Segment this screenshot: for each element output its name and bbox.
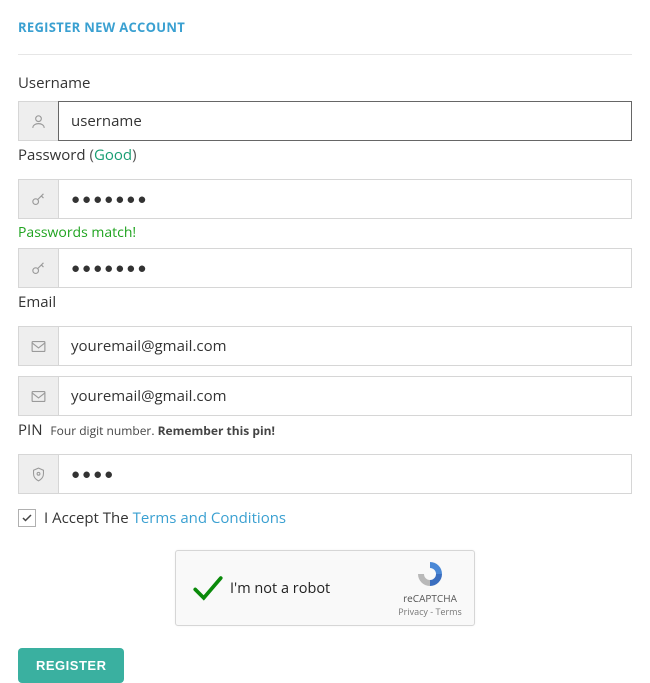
terms-link[interactable]: Terms and Conditions xyxy=(133,508,287,528)
terms-prefix: I Accept The xyxy=(44,508,133,528)
key-icon xyxy=(18,179,58,219)
username-group xyxy=(18,101,632,141)
password-input[interactable] xyxy=(58,179,632,219)
password-strength-close: ) xyxy=(132,145,136,165)
check-icon xyxy=(190,570,226,606)
pin-label: PIN xyxy=(18,420,43,440)
recaptcha-label: I'm not a robot xyxy=(226,579,398,598)
divider xyxy=(18,54,632,55)
password-label-row: Password (Good) xyxy=(18,145,632,165)
password-confirm-input[interactable] xyxy=(58,248,632,288)
user-icon xyxy=(18,101,58,141)
page-title: REGISTER NEW ACCOUNT xyxy=(18,18,632,36)
terms-checkbox[interactable] xyxy=(18,509,36,527)
pin-input[interactable] xyxy=(58,454,632,494)
email-group xyxy=(18,326,632,366)
pin-label-row: PIN Four digit number. Remember this pin… xyxy=(18,420,632,440)
shield-icon xyxy=(18,454,58,494)
password-label: Password xyxy=(18,145,86,165)
mail-icon xyxy=(18,326,58,366)
recaptcha-terms-link[interactable]: Terms xyxy=(435,605,461,618)
password-confirm-group xyxy=(18,248,632,288)
recaptcha-brand-name: reCAPTCHA xyxy=(398,591,462,605)
email-label: Email xyxy=(18,292,632,312)
password-strength: Good xyxy=(94,145,132,165)
mail-icon xyxy=(18,376,58,416)
pin-hint: Four digit number. xyxy=(50,422,154,439)
recaptcha-privacy-link[interactable]: Privacy xyxy=(398,605,428,618)
terms-row: I Accept The Terms and Conditions xyxy=(18,508,632,528)
register-button[interactable]: REGISTER xyxy=(18,648,124,683)
password-group xyxy=(18,179,632,219)
pin-hint-strong: Remember this pin! xyxy=(158,422,275,439)
pin-group xyxy=(18,454,632,494)
email-input[interactable] xyxy=(58,326,632,366)
recaptcha-brand: reCAPTCHA Privacy - Terms xyxy=(398,559,462,618)
username-label: Username xyxy=(18,73,632,93)
recaptcha-widget[interactable]: I'm not a robot reCAPTCHA Privacy - Term… xyxy=(175,550,475,626)
email-confirm-input[interactable] xyxy=(58,376,632,416)
email-confirm-group xyxy=(18,376,632,416)
key-icon xyxy=(18,248,58,288)
username-input[interactable] xyxy=(58,101,632,141)
password-match-text: Passwords match! xyxy=(18,223,632,242)
recaptcha-logo-icon xyxy=(415,559,445,589)
